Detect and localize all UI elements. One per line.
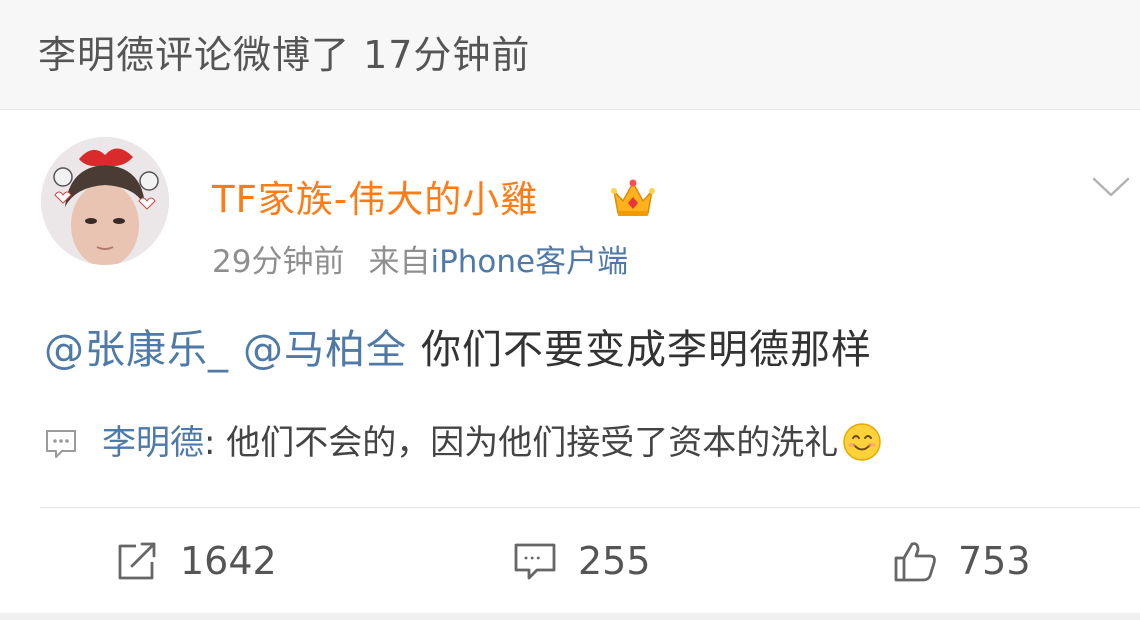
avatar-image (41, 137, 169, 265)
crown-icon[interactable] (610, 175, 656, 221)
card-bottom-separator (0, 613, 1140, 620)
smile-emoji-icon (843, 423, 882, 461)
comment-separator: : (204, 423, 227, 463)
mention-link[interactable]: @马柏全 (243, 327, 407, 373)
comment-author-link[interactable]: 李明德 (102, 423, 204, 463)
repost-count: 1642 (180, 539, 277, 583)
post-meta: 29分钟前 来自iPhone客户端 (212, 241, 628, 283)
source-app-link[interactable]: iPhone客户端 (430, 244, 628, 280)
user-name-link[interactable]: TF家族-伟大的小雞 (212, 177, 538, 223)
mention-link[interactable]: @张康乐_ (44, 327, 229, 373)
comment-text: 李明德: 他们不会的，因为他们接受了资本的洗礼 (102, 419, 882, 467)
post-content: @张康乐_ @马柏全 你们不要变成李明德那样 (44, 323, 872, 377)
source-prefix: 来自 (368, 244, 431, 280)
notification-text: 李明德评论微博了 17分钟前 (38, 33, 531, 77)
divider (40, 507, 1140, 508)
comment-icon (46, 430, 76, 458)
thumbs-up-icon (894, 542, 936, 582)
chevron-down-icon[interactable] (1090, 171, 1132, 201)
notification-bar: 李明德评论微博了 17分钟前 (0, 0, 1140, 110)
like-count: 753 (958, 539, 1031, 583)
post-time: 29分钟前 (212, 244, 345, 280)
avatar[interactable] (41, 137, 169, 265)
comment-count: 255 (578, 539, 651, 583)
like-button[interactable]: 753 (892, 531, 1031, 591)
comment-body: 他们不会的，因为他们接受了资本的洗礼 (226, 423, 839, 463)
post-text: 你们不要变成李明德那样 (421, 327, 872, 373)
repost-button[interactable]: 1642 (114, 531, 277, 591)
weibo-post-card: TF家族-伟大的小雞 29分钟前 来自iPhone客户端 @张康乐_ @马柏全 你们不… (0, 111, 1140, 620)
repost-icon (118, 542, 156, 580)
comment-button[interactable]: 255 (512, 531, 651, 591)
comment-bubble-icon (514, 543, 556, 580)
